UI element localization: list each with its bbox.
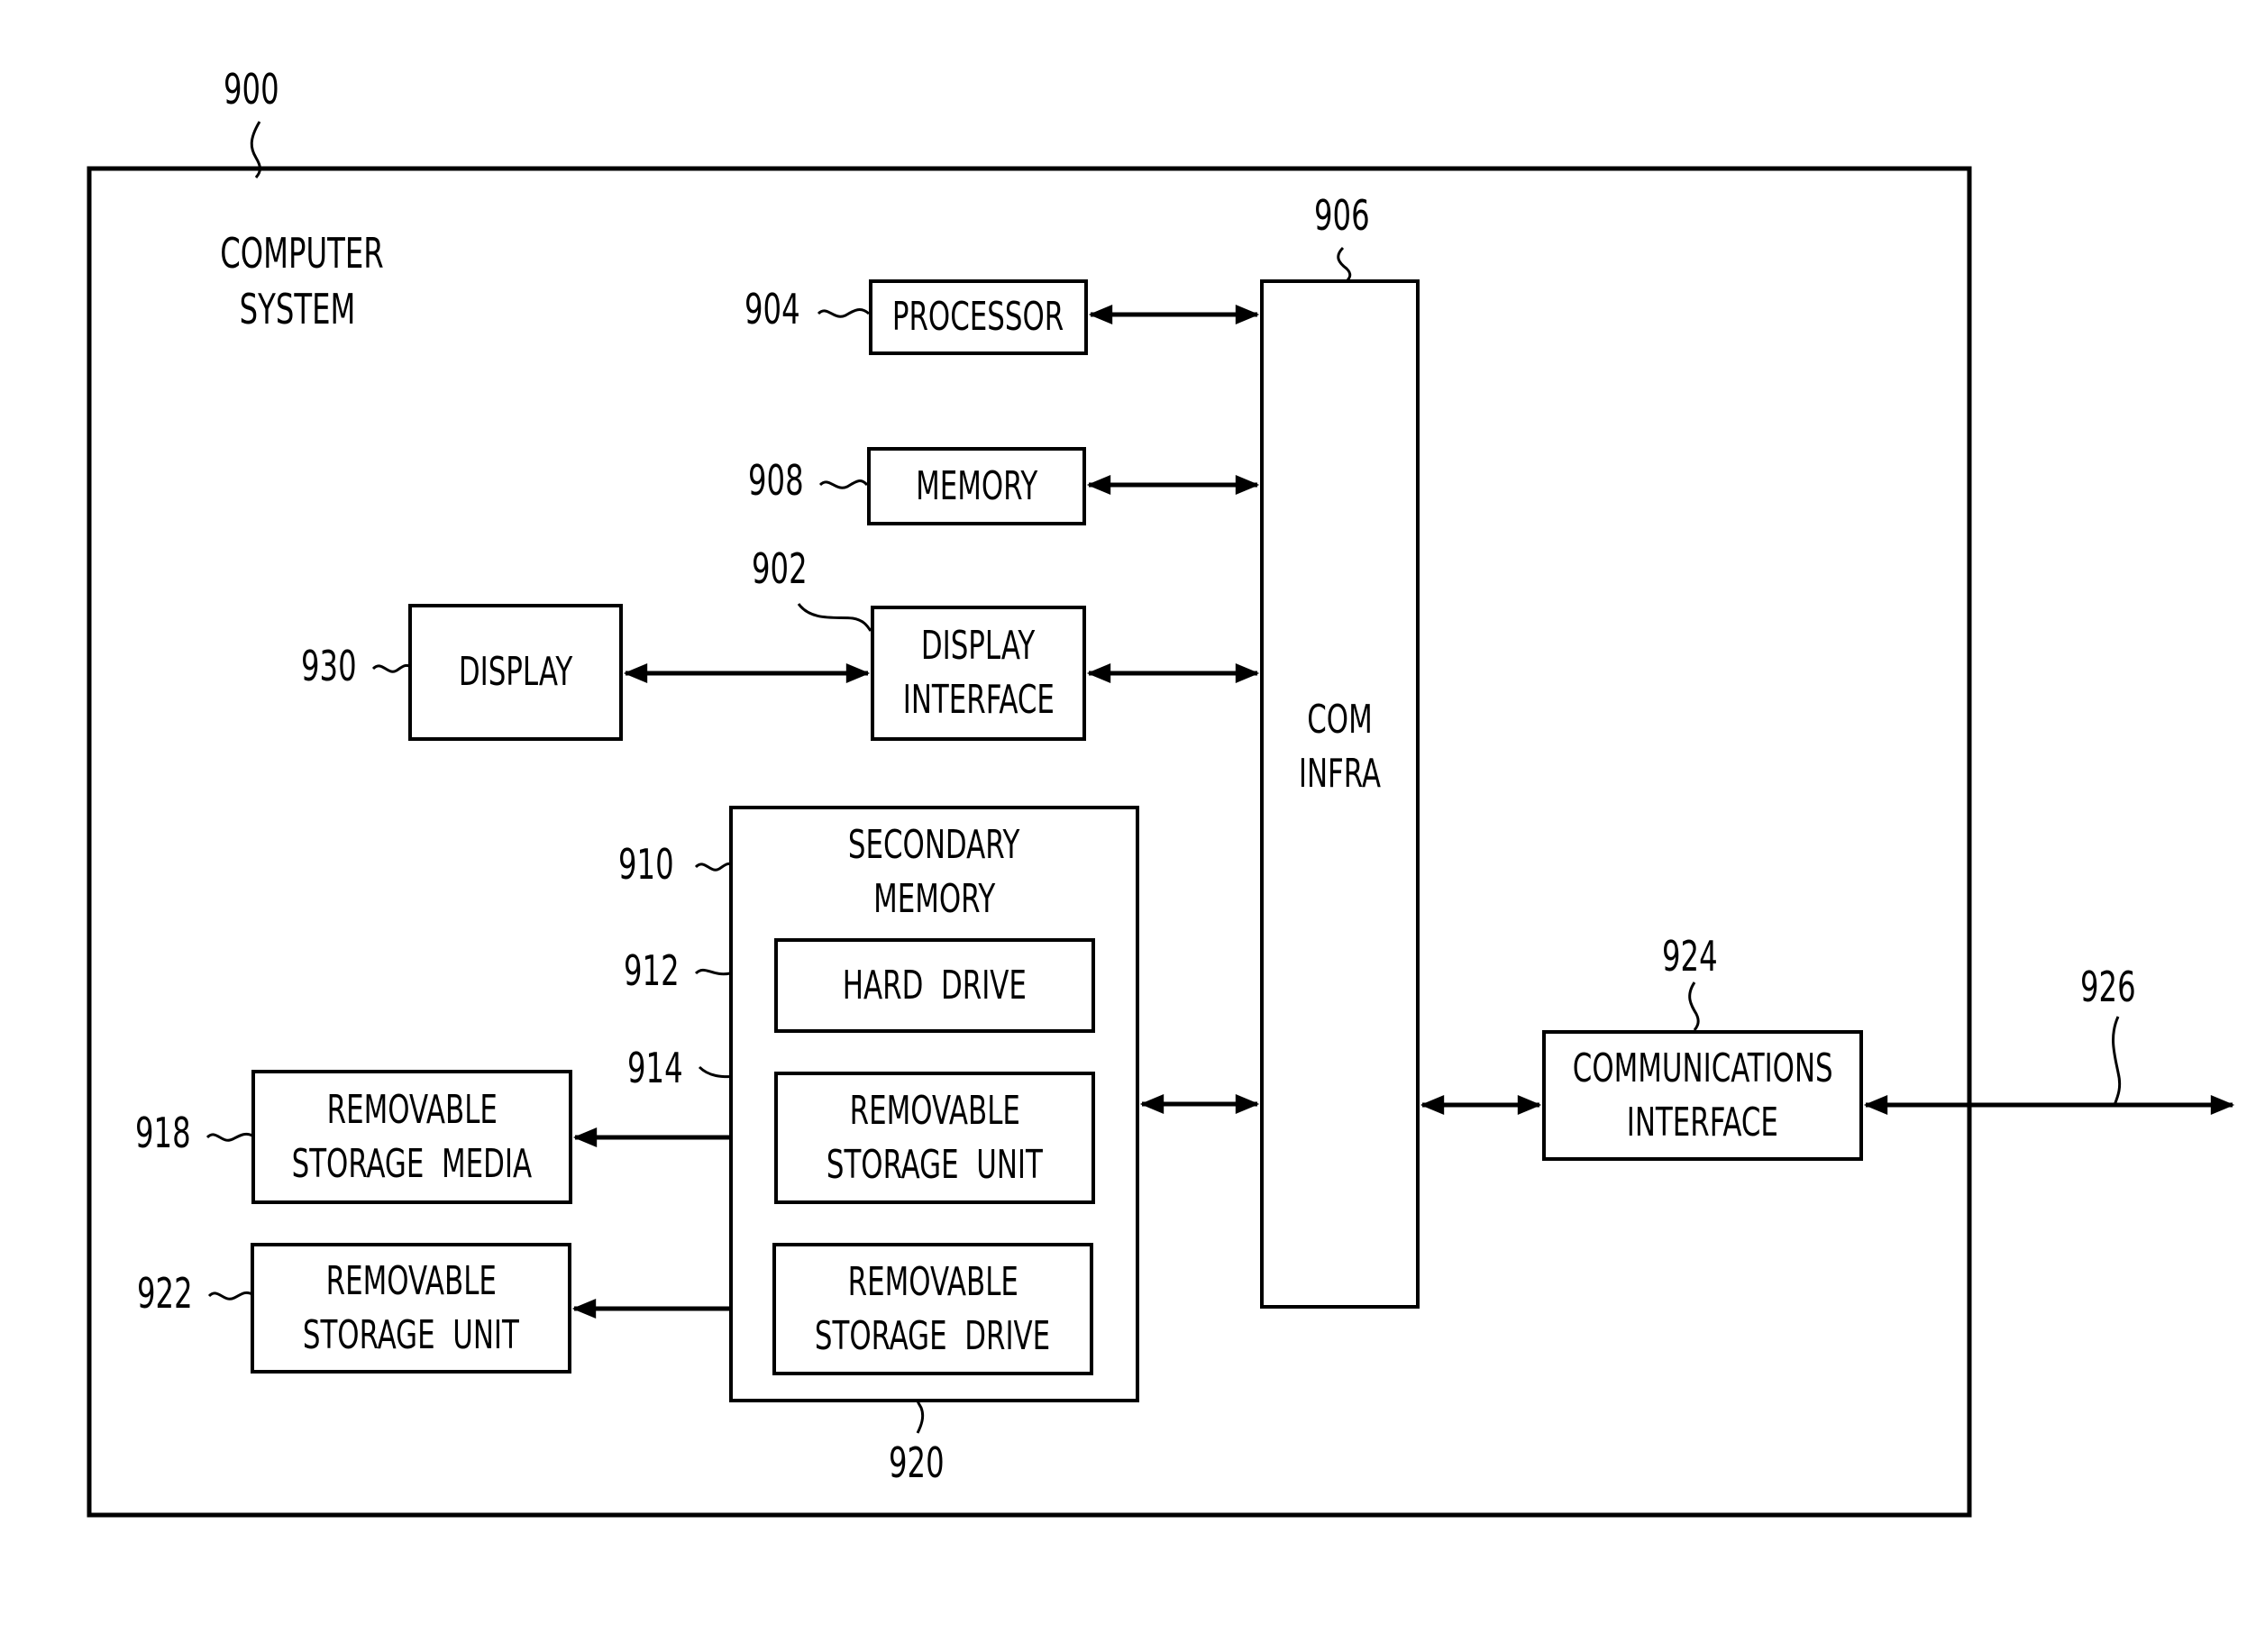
hard-drive-label: HARD DRIVE <box>842 962 1028 1009</box>
title-line-1: COMPUTER <box>220 229 384 278</box>
display-interface-block: DISPLAY INTERFACE <box>871 606 1086 741</box>
rsd-label-2: STORAGE DRIVE <box>815 1312 1051 1359</box>
ref-926: 926 <box>2080 963 2136 1011</box>
memory-label: MEMORY <box>915 462 1038 509</box>
leader-922 <box>207 1291 253 1301</box>
leader-926 <box>2112 1016 2122 1106</box>
ref-930: 930 <box>301 642 357 690</box>
ref-924: 924 <box>1662 932 1718 981</box>
leader-930 <box>371 663 412 673</box>
display-interface-label-2: INTERFACE <box>902 677 1055 723</box>
ref-920: 920 <box>889 1438 945 1487</box>
ref-904: 904 <box>744 285 800 333</box>
removable-storage-unit-inner-block: REMOVABLE STORAGE UNIT <box>774 1072 1095 1204</box>
removable-storage-media-block: REMOVABLE STORAGE MEDIA <box>251 1070 572 1204</box>
rsm-label-1: REMOVABLE <box>326 1086 498 1133</box>
memory-block: MEMORY <box>867 447 1086 525</box>
display-interface-label-1: DISPLAY <box>921 623 1036 669</box>
computer-system-title: COMPUTER SYSTEM <box>220 225 384 337</box>
ref-900: 900 <box>224 65 279 114</box>
rsu-outer-label-1: REMOVABLE <box>325 1257 497 1304</box>
rsm-label-2: STORAGE MEDIA <box>291 1140 533 1187</box>
ref-902: 902 <box>752 544 808 593</box>
removable-storage-drive-block: REMOVABLE STORAGE DRIVE <box>772 1243 1093 1375</box>
processor-label: PROCESSOR <box>892 294 1064 340</box>
removable-storage-unit-outer-block: REMOVABLE STORAGE UNIT <box>251 1243 571 1374</box>
leader-924 <box>1688 981 1700 1031</box>
ref-914: 914 <box>627 1044 683 1092</box>
hard-drive-block: HARD DRIVE <box>774 938 1095 1033</box>
ref-912: 912 <box>624 946 680 995</box>
leader-906 <box>1337 246 1352 283</box>
leader-902 <box>797 603 872 632</box>
leader-910 <box>694 862 735 872</box>
rsu-inner-label-2: STORAGE UNIT <box>826 1141 1044 1188</box>
display-block: DISPLAY <box>408 604 623 741</box>
comms-interface-label-2: INTERFACE <box>1626 1099 1779 1145</box>
title-line-2: SYSTEM <box>239 285 356 333</box>
comms-interface-label-1: COMMUNICATIONS <box>1572 1045 1833 1091</box>
rsd-label-1: REMOVABLE <box>847 1258 1018 1305</box>
secondary-memory-label-2: MEMORY <box>872 876 996 922</box>
ref-908: 908 <box>748 456 804 505</box>
rsu-inner-label-1: REMOVABLE <box>849 1087 1020 1134</box>
ref-922: 922 <box>137 1269 193 1318</box>
processor-block: PROCESSOR <box>869 279 1088 355</box>
com-infra-block: COM INFRA <box>1260 279 1420 1309</box>
leader-908 <box>818 479 869 489</box>
leader-918 <box>206 1132 253 1142</box>
rsu-outer-label-2: STORAGE UNIT <box>302 1311 520 1358</box>
secondary-memory-label-1: SECONDARY <box>848 822 1020 868</box>
display-label: DISPLAY <box>458 649 573 695</box>
communications-interface-block: COMMUNICATIONS INTERFACE <box>1542 1030 1863 1161</box>
leader-904 <box>817 308 870 318</box>
com-infra-label-1: COM <box>1307 697 1373 743</box>
ref-918: 918 <box>135 1109 191 1157</box>
ref-906: 906 <box>1314 191 1370 240</box>
ref-910: 910 <box>618 840 674 889</box>
com-infra-label-2: INFRA <box>1298 751 1382 797</box>
